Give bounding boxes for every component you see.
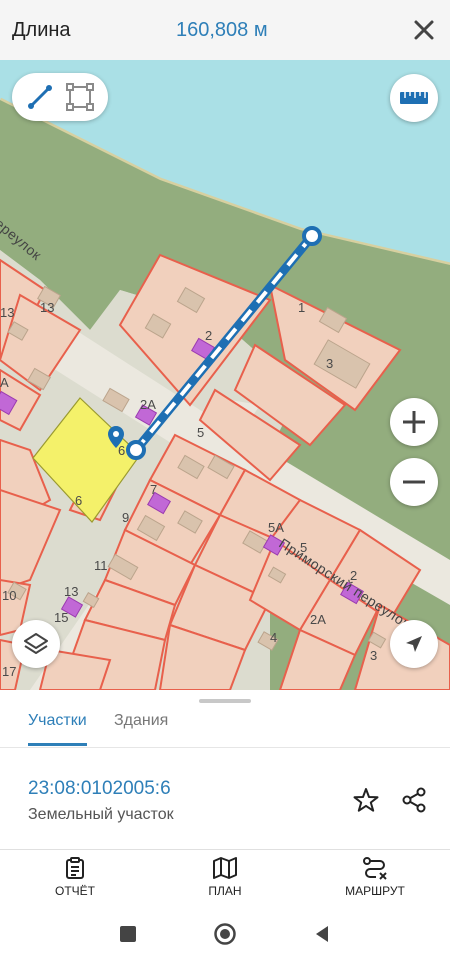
recent-apps-button[interactable] [116, 922, 140, 946]
favorite-button[interactable] [348, 782, 384, 818]
map-label: 7 [150, 482, 158, 497]
measure-start-point [126, 440, 146, 460]
map-label: 13 [64, 584, 79, 599]
my-location-button[interactable] [390, 620, 438, 668]
measure-mode-toggle [12, 73, 108, 121]
nav-route-label: МАРШРУТ [345, 884, 405, 898]
sheet-tabs: Участки Здания [0, 704, 450, 748]
map-label: 5 [197, 425, 205, 440]
map-label: 11 [94, 558, 108, 573]
map-label: 13 [40, 300, 55, 315]
tab-parcels[interactable]: Участки [28, 712, 87, 746]
share-button[interactable] [396, 782, 432, 818]
map-label: 6 [118, 443, 126, 458]
sheet-drag-handle[interactable] [199, 699, 251, 703]
square-icon [120, 926, 136, 942]
map-label: 6 [75, 493, 83, 508]
map-label: 3 [326, 356, 334, 371]
map-label: 2А [310, 612, 326, 627]
star-icon [353, 788, 379, 812]
layers-button[interactable] [12, 620, 60, 668]
bottom-navigation: ОТЧЁТ ПЛАН МАРШРУТ [0, 850, 450, 910]
route-icon [363, 857, 387, 880]
measurement-title: Длина [12, 18, 71, 41]
minus-icon [403, 480, 425, 484]
line-measure-icon [28, 85, 52, 109]
zoom-in-button[interactable] [390, 398, 438, 446]
parcel-type: Земельный участок [28, 806, 174, 823]
map-label: 3 [370, 648, 378, 663]
bottom-sheet: Участки Здания 23:08:0102005:6 Земельный… [0, 690, 450, 960]
map-view[interactable]: 13 13 1 2 3 А 2А 5 6 6 7 9 5А 5 11 2 13 … [0, 60, 450, 690]
system-navigation-bar [0, 910, 450, 960]
ruler-icon [400, 92, 428, 104]
map-label: А [0, 375, 9, 390]
close-icon [414, 20, 434, 40]
measurement-header: Длина 160,808 м [0, 0, 450, 60]
map-label: 15 [54, 610, 69, 625]
app-root: Длина 160,808 м 13 13 1 2 3 А 2А 5 6 6 7… [0, 0, 450, 960]
plus-icon [403, 411, 425, 433]
map-label: 9 [122, 510, 130, 525]
measurement-value: 160,808 м [176, 18, 268, 41]
layers-icon [24, 633, 48, 654]
map-label: 2А [140, 397, 156, 412]
map-icon [213, 857, 237, 879]
zoom-out-button[interactable] [390, 458, 438, 506]
back-button[interactable] [310, 922, 334, 946]
map-label: 1 [298, 300, 306, 315]
area-measure-button[interactable] [63, 80, 97, 114]
nav-plan[interactable]: ПЛАН [175, 856, 275, 898]
share-icon [402, 787, 426, 813]
nav-report[interactable]: ОТЧЁТ [25, 856, 125, 898]
map-label: 4 [270, 630, 278, 645]
map-label: 13 [0, 305, 15, 320]
map-label: 5А [268, 520, 284, 535]
map-label: 10 [2, 588, 17, 603]
home-button[interactable] [213, 922, 237, 946]
nav-plan-label: ПЛАН [208, 884, 242, 898]
nav-report-label: ОТЧЁТ [54, 884, 95, 898]
parcel-cadastral-number[interactable]: 23:08:0102005:6 [28, 778, 171, 800]
triangle-back-icon [316, 926, 328, 942]
ruler-button[interactable] [390, 74, 438, 122]
measure-end-point [302, 226, 322, 246]
map-label: 17 [2, 664, 17, 679]
map-label: 2 [205, 328, 213, 343]
nav-route[interactable]: МАРШРУТ [325, 856, 425, 898]
close-button[interactable] [404, 10, 444, 50]
area-measure-icon [66, 83, 94, 111]
circle-icon [214, 923, 236, 945]
line-measure-button[interactable] [23, 80, 57, 114]
tab-buildings[interactable]: Здания [114, 712, 168, 746]
navigation-arrow-icon [406, 636, 422, 652]
report-icon [66, 857, 84, 879]
